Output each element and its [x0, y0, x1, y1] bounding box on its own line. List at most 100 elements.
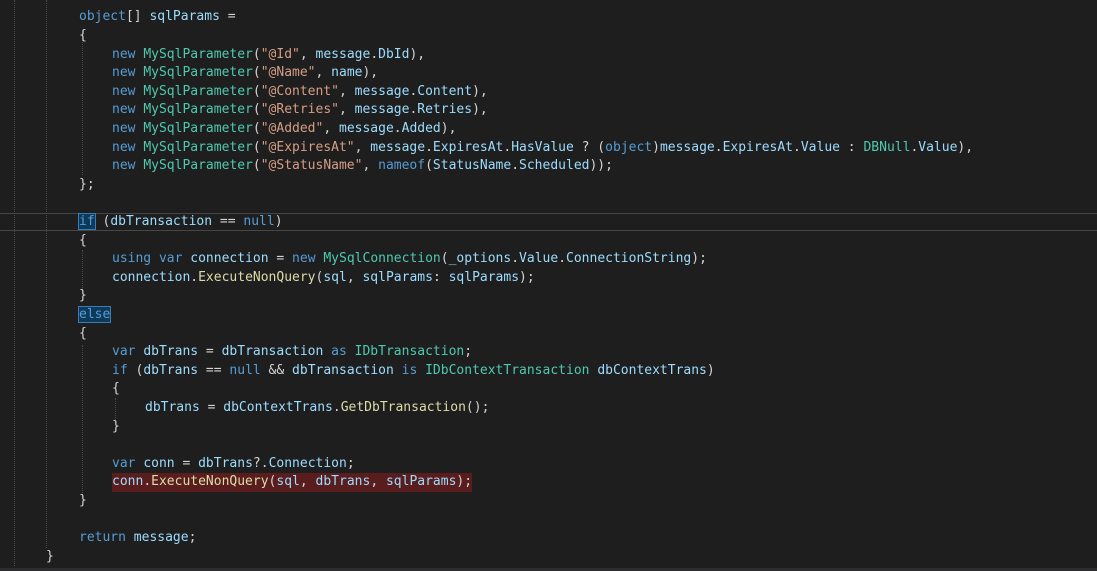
- code-token: .: [190, 269, 199, 285]
- code-token: ConnectionString: [566, 251, 692, 267]
- code-token: ExecuteNonQuery: [198, 269, 316, 285]
- code-line[interactable]: using var connection = new MySqlConnecti…: [112, 250, 707, 269]
- code-line[interactable]: new MySqlParameter("@StatusName", nameof…: [112, 157, 613, 176]
- code-line[interactable]: {: [79, 232, 87, 251]
- code-token: using var: [112, 251, 191, 267]
- code-line[interactable]: new MySqlParameter("@Added", message.Add…: [112, 120, 456, 139]
- code-token: Value: [800, 139, 840, 155]
- code-token: ,: [299, 46, 316, 62]
- code-token: ): [706, 362, 715, 378]
- indent-guide: [14, 0, 15, 566]
- code-token: MySqlParameter: [143, 158, 253, 174]
- code-line[interactable]: var conn = dbTrans?.Connection;: [112, 455, 355, 474]
- code-line[interactable]: else: [77, 305, 112, 325]
- code-token: .: [370, 46, 379, 62]
- code-token: dbTrans: [315, 474, 371, 490]
- code-token: ));: [589, 158, 613, 174]
- code-line[interactable]: object[] sqlParams =: [79, 8, 236, 27]
- code-token: message: [659, 139, 715, 155]
- code-token: =: [268, 251, 293, 267]
- code-token: message: [354, 83, 410, 99]
- code-token: }: [112, 418, 120, 434]
- code-token: ==: [198, 362, 230, 378]
- code-token: .: [425, 139, 433, 155]
- code-token: MySqlParameter: [143, 46, 253, 62]
- code-token: ,: [370, 474, 386, 490]
- indent-guide: [46, 0, 47, 548]
- code-line[interactable]: var dbTrans = dbTransaction as IDbTransa…: [112, 343, 472, 362]
- code-token: is: [393, 362, 426, 378]
- code-line[interactable]: }: [112, 418, 120, 437]
- code-token: ),: [472, 83, 488, 99]
- code-token: IDbTransaction: [354, 344, 465, 360]
- code-token: ),: [440, 120, 457, 136]
- code-token: message: [354, 102, 410, 118]
- code-token: ? (: [573, 139, 606, 155]
- code-line[interactable]: dbTrans = dbContextTrans.GetDbTransactio…: [145, 399, 489, 418]
- code-line[interactable]: }: [79, 287, 87, 306]
- code-token: sqlParams: [149, 9, 220, 25]
- code-token: sqlParams: [362, 269, 433, 285]
- code-token: =: [174, 455, 199, 471]
- code-token: {: [79, 232, 87, 248]
- code-token: dbContextTrans: [597, 362, 707, 378]
- code-line[interactable]: new MySqlParameter("@Id", message.DbId),: [112, 46, 425, 65]
- code-line[interactable]: {: [79, 27, 87, 46]
- code-token: new: [112, 139, 144, 155]
- code-line[interactable]: return message;: [79, 529, 196, 548]
- code-token: if: [112, 362, 128, 378]
- code-line[interactable]: if (dbTrans == null && dbTransaction is …: [112, 362, 715, 381]
- code-line[interactable]: };: [79, 176, 95, 195]
- code-token: (: [127, 362, 144, 378]
- code-token: ();: [465, 399, 490, 415]
- code-token: _options: [448, 251, 512, 267]
- code-token: ?.: [252, 455, 269, 471]
- code-token: var: [112, 455, 144, 471]
- code-line[interactable]: new MySqlParameter("@Content", message.C…: [112, 83, 488, 102]
- code-token: dbTransaction: [110, 213, 213, 229]
- code-token: (: [252, 46, 261, 62]
- code-line[interactable]: new MySqlParameter("@Retries", message.R…: [112, 101, 488, 120]
- code-token: (: [252, 120, 261, 136]
- code-token: MySqlParameter: [143, 65, 253, 81]
- code-line[interactable]: new MySqlParameter("@Name", name),: [112, 64, 378, 83]
- code-token: message: [339, 120, 394, 136]
- code-token: (: [252, 102, 261, 118]
- code-token: ExecuteNonQuery: [151, 474, 269, 490]
- code-line[interactable]: connection.ExecuteNonQuery(sql, sqlParam…: [112, 269, 535, 288]
- code-token: sqlParams: [448, 269, 520, 285]
- code-line[interactable]: new MySqlParameter("@ExpiresAt", message…: [112, 139, 973, 158]
- indent-guide: [82, 345, 83, 497]
- code-token: (: [440, 251, 449, 267]
- code-token: new: [112, 158, 144, 174]
- code-token: sqlParams: [385, 474, 457, 490]
- code-token: "@ExpiresAt": [260, 139, 355, 155]
- code-line[interactable]: {: [79, 325, 87, 344]
- code-token: sql: [323, 269, 347, 285]
- code-token: &&: [260, 362, 293, 378]
- code-token: };: [79, 176, 95, 192]
- code-line[interactable]: {: [112, 380, 120, 399]
- code-token: else: [77, 305, 112, 323]
- code-line[interactable]: if (dbTransaction == null): [78, 212, 283, 232]
- code-line[interactable]: }: [46, 548, 54, 567]
- code-token: connection: [190, 251, 269, 267]
- code-line[interactable]: }: [79, 492, 87, 511]
- code-token: ,: [323, 120, 339, 136]
- code-token: name: [331, 65, 363, 81]
- code-token: Added: [401, 120, 441, 136]
- code-token: ,: [299, 474, 316, 490]
- code-token: message: [315, 46, 371, 62]
- code-token: ),: [957, 139, 974, 155]
- code-token: ,: [315, 65, 332, 81]
- code-line[interactable]: conn.ExecuteNonQuery(sql, dbTrans, sqlPa…: [112, 473, 473, 492]
- code-token: as: [323, 344, 355, 360]
- code-token: );: [456, 474, 473, 490]
- code-token: "@Retries": [260, 102, 339, 118]
- code-token: new: [112, 120, 144, 136]
- code-token: }: [79, 492, 87, 508]
- code-token: );: [691, 251, 707, 267]
- code-token: "@StatusName": [260, 158, 363, 174]
- code-editor[interactable]: object[] sqlParams ={new MySqlParameter(…: [0, 0, 1097, 571]
- code-token: connection: [112, 269, 191, 285]
